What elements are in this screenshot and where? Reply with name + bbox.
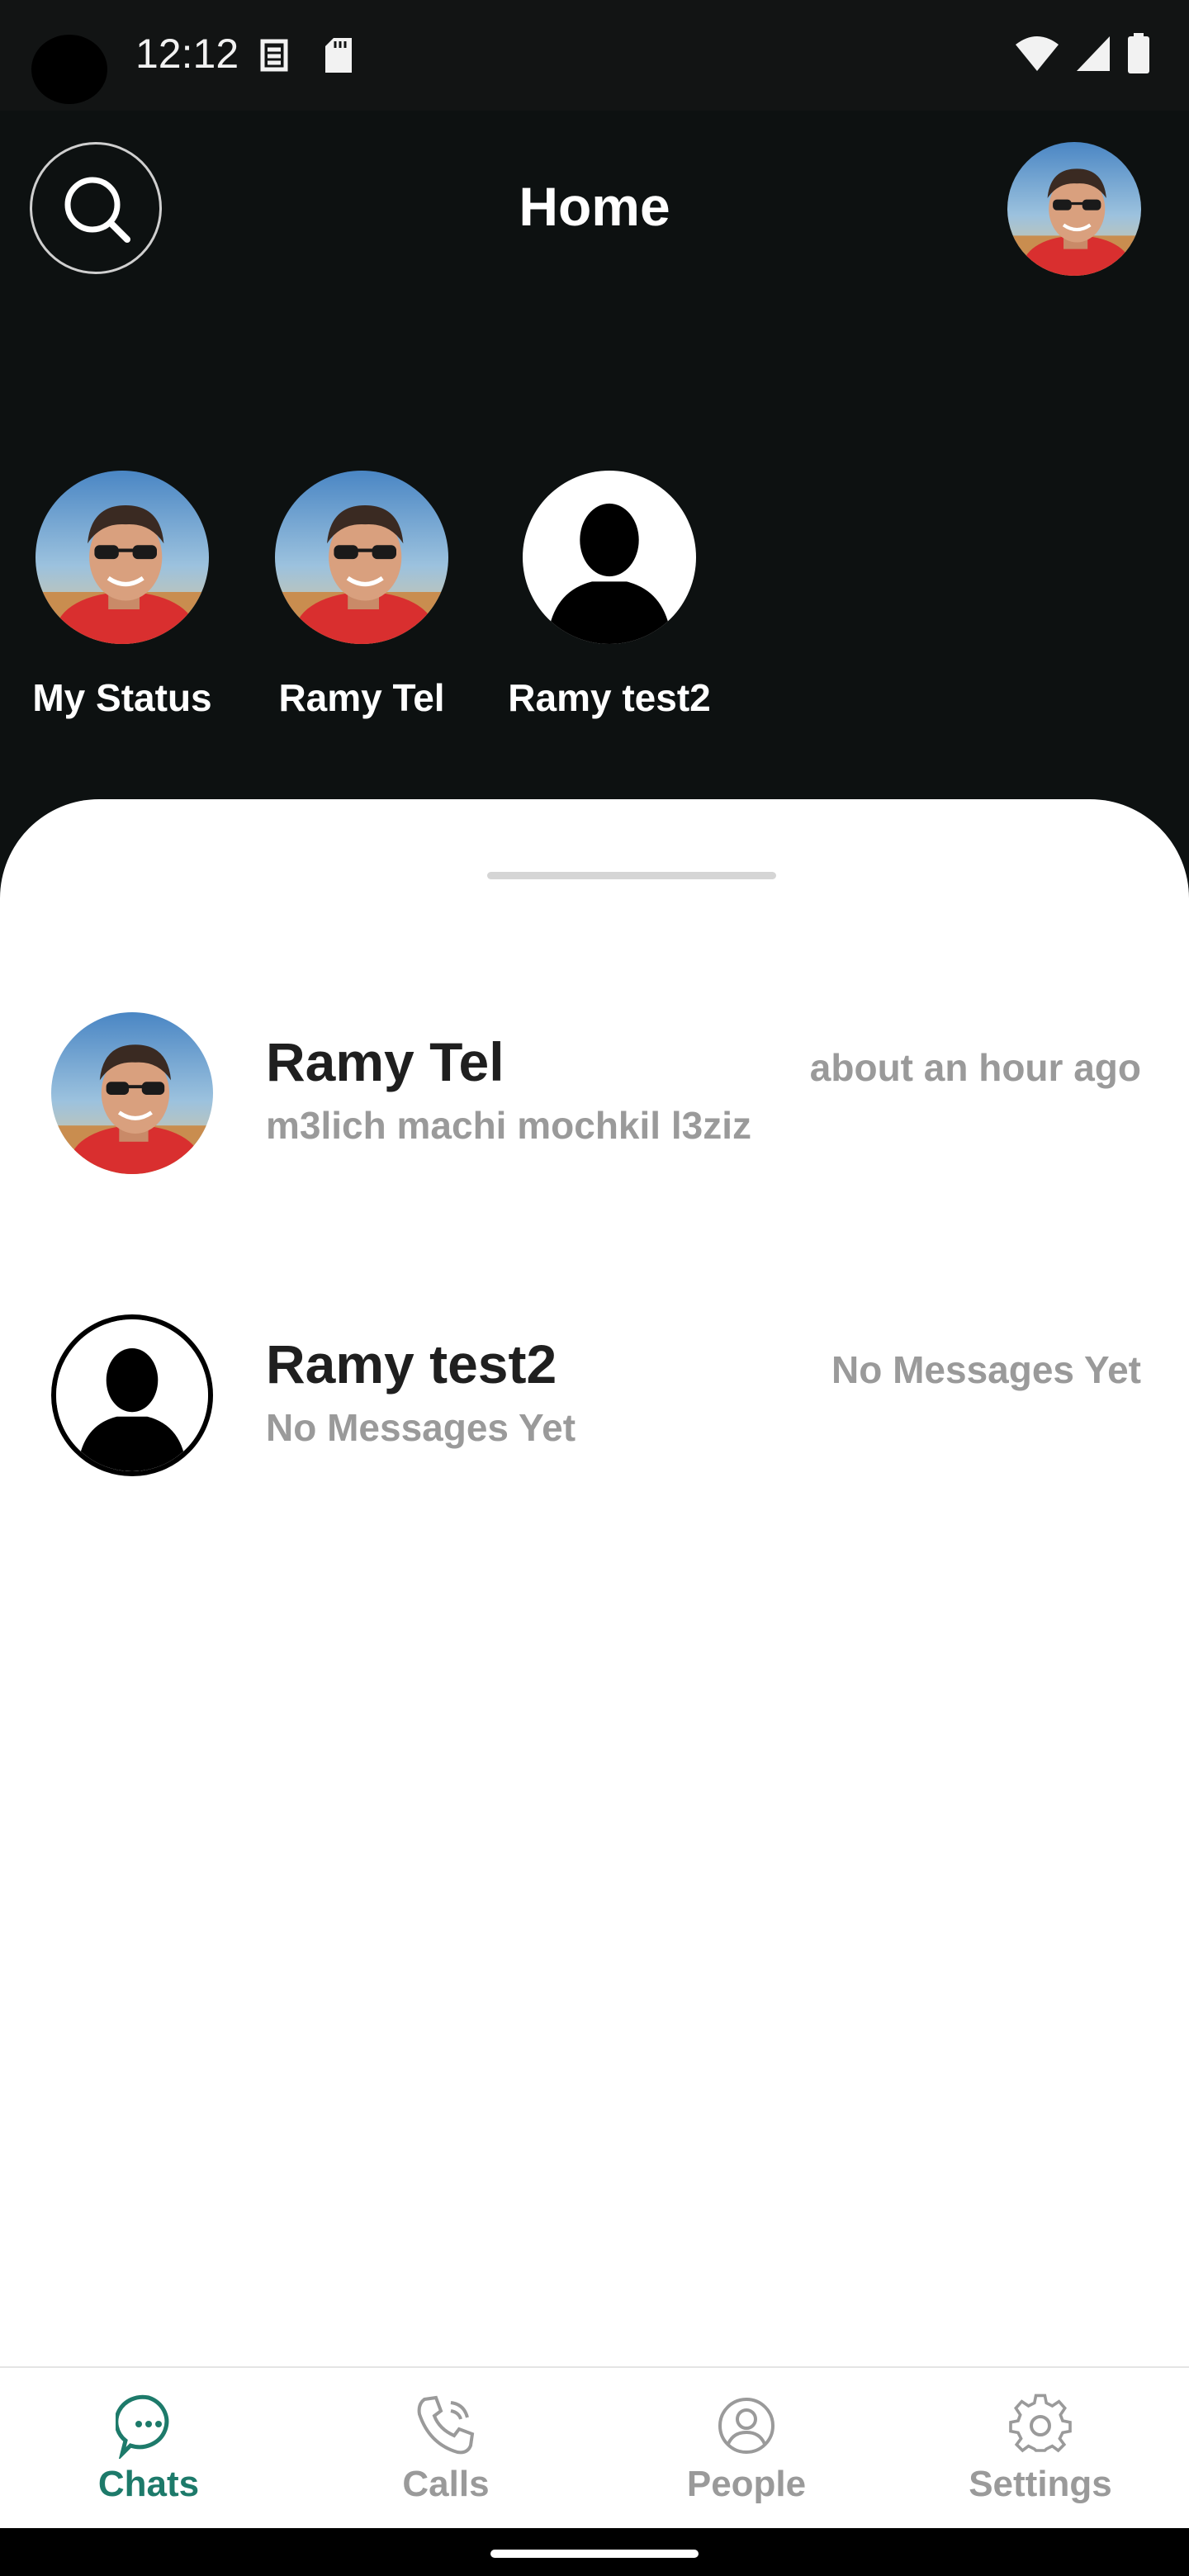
gear-icon — [1009, 2394, 1072, 2453]
avatar — [36, 471, 209, 644]
tab-label: Chats — [97, 2464, 200, 2504]
camera-cutout — [31, 35, 107, 104]
status-row: My Status Ramy Tel Ramy test2 — [0, 471, 1189, 751]
drag-handle[interactable] — [487, 872, 776, 879]
bottom-navigation: Chats Calls People Settings — [0, 2366, 1189, 2528]
tab-label: People — [686, 2464, 807, 2504]
tab-calls[interactable]: Calls — [339, 2393, 553, 2505]
avatar — [51, 1314, 213, 1476]
profile-avatar[interactable] — [1007, 142, 1141, 276]
avatar — [51, 1012, 213, 1174]
chat-name: Ramy Tel — [266, 1031, 504, 1092]
wifi-icon — [1016, 36, 1059, 71]
gesture-nav-area — [0, 2528, 1189, 2576]
chat-row-ramy-test2[interactable]: Ramy test2 No Messages Yet No Messages Y… — [0, 1314, 1189, 1480]
tab-label: Settings — [969, 2464, 1112, 2504]
avatar — [523, 471, 696, 644]
chat-timestamp: No Messages Yet — [831, 1348, 1141, 1391]
status-time: 12:12 — [135, 31, 239, 77]
status-bar: 12:12 — [0, 0, 1189, 111]
status-item-ramy-test2[interactable]: Ramy test2 — [494, 471, 725, 720]
status-item-my-status[interactable]: My Status — [7, 471, 238, 720]
chat-timestamp: about an hour ago — [809, 1046, 1141, 1089]
avatar — [275, 471, 448, 644]
chat-preview: No Messages Yet — [266, 1406, 576, 1449]
tab-label: Calls — [402, 2464, 490, 2504]
status-label: Ramy Tel — [278, 676, 445, 719]
home-header: Home My Status Ramy Tel Ramy test2 — [0, 111, 1189, 804]
tab-chats[interactable]: Chats — [41, 2393, 256, 2505]
status-label: Ramy test2 — [508, 676, 711, 719]
chat-row-ramy-tel[interactable]: Ramy Tel m3lich machi mochkil l3ziz abou… — [0, 1012, 1189, 1177]
signal-icon — [1077, 36, 1110, 71]
phone-icon — [417, 2395, 475, 2455]
home-gesture-bar[interactable] — [490, 2550, 699, 2558]
tab-people[interactable]: People — [639, 2393, 854, 2505]
status-label: My Status — [32, 676, 212, 719]
chat-list-sheet: Ramy Tel m3lich machi mochkil l3ziz abou… — [0, 799, 1189, 2368]
chat-name: Ramy test2 — [266, 1333, 557, 1395]
status-item-ramy-tel[interactable]: Ramy Tel — [246, 471, 477, 720]
sim-icon — [260, 39, 288, 72]
chat-preview: m3lich machi mochkil l3ziz — [266, 1104, 751, 1147]
battery-icon — [1128, 33, 1149, 73]
sd-card-icon — [325, 38, 352, 73]
chat-bubble-icon — [116, 2394, 169, 2459]
person-icon — [718, 2398, 775, 2454]
tab-settings[interactable]: Settings — [933, 2393, 1148, 2505]
